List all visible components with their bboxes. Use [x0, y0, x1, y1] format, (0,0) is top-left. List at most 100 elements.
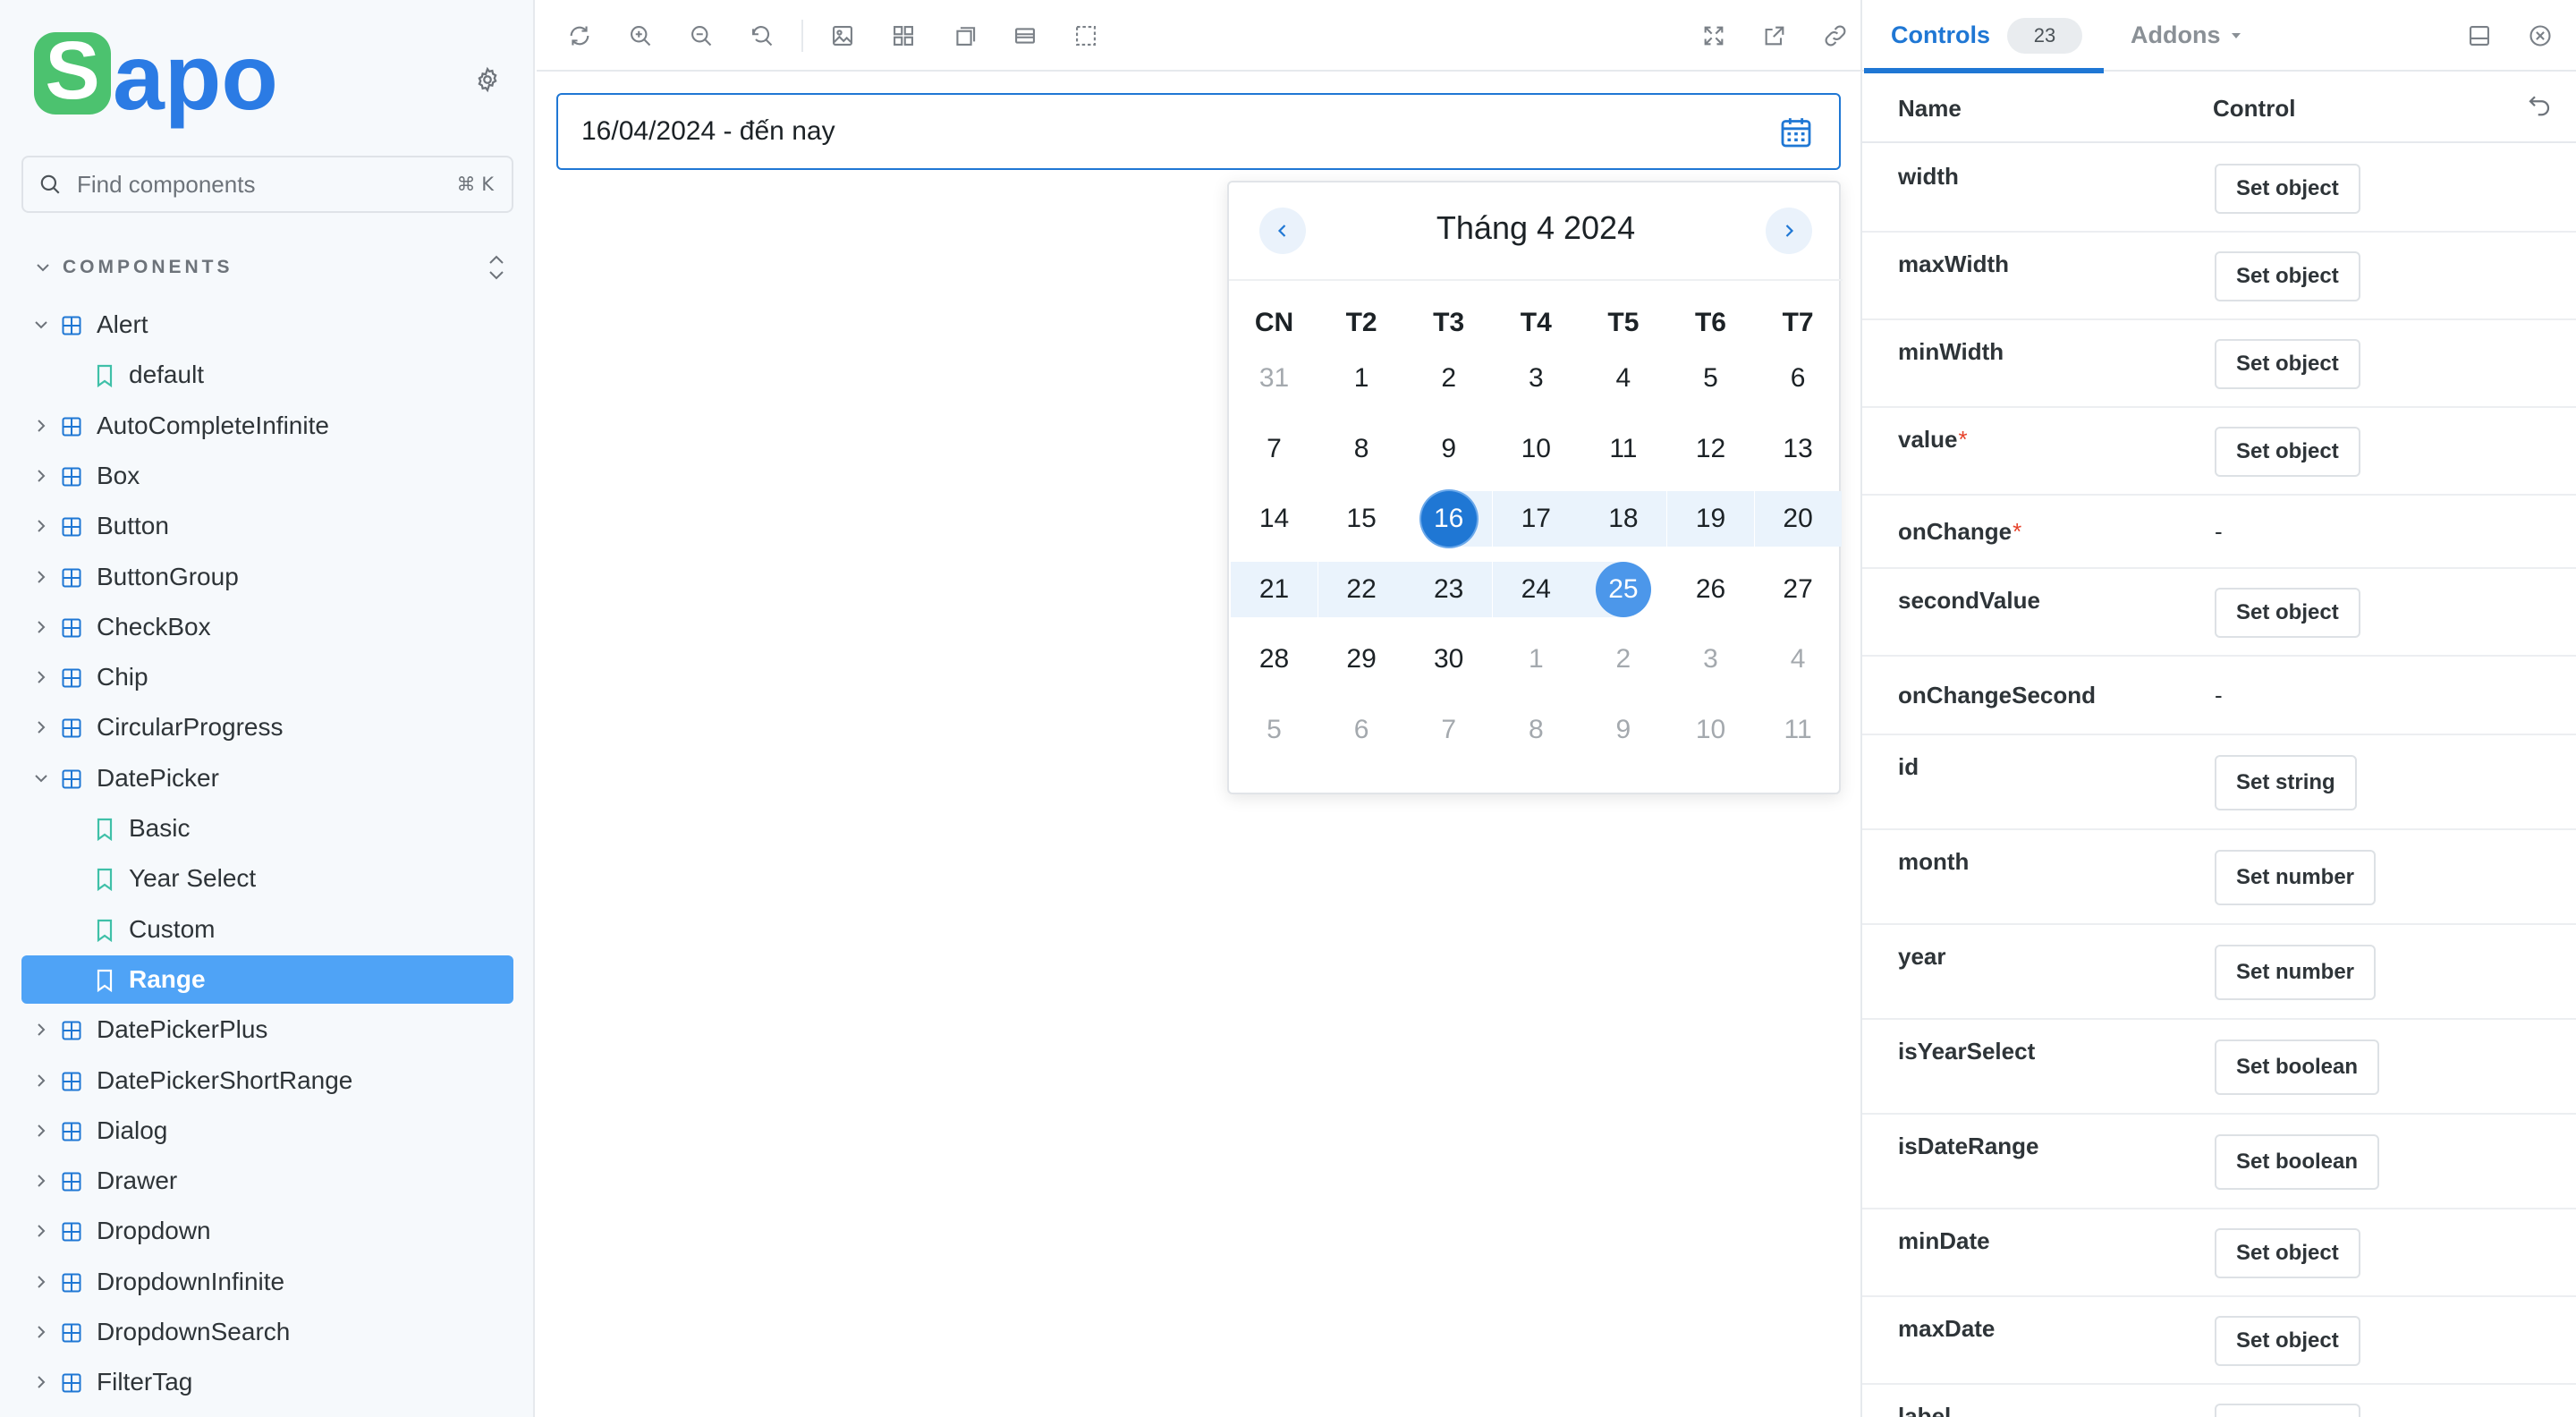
search-input[interactable] — [77, 170, 457, 199]
copy-link-icon[interactable] — [1818, 18, 1853, 54]
chevron-right-icon[interactable] — [32, 1021, 50, 1039]
calendar-day[interactable]: 9 — [1405, 421, 1492, 477]
set-control-button[interactable]: Set boolean — [2215, 1134, 2380, 1190]
calendar-day[interactable]: 7 — [1231, 421, 1318, 477]
calendar-day[interactable]: 4 — [1580, 351, 1666, 406]
reset-controls-icon[interactable] — [2526, 91, 2553, 123]
calendar-day[interactable]: 15 — [1318, 491, 1405, 547]
tab-controls[interactable]: Controls 23 — [1864, 0, 2104, 73]
chevron-right-icon[interactable] — [32, 1122, 50, 1140]
calendar-day[interactable]: 22 — [1318, 561, 1405, 617]
calendar-day[interactable]: 3 — [1493, 351, 1580, 406]
set-control-button[interactable]: Set object — [2215, 1228, 2360, 1278]
zoom-out-icon[interactable] — [683, 18, 719, 54]
sidebar-component-item[interactable]: Alert — [21, 301, 513, 349]
viewport-icon[interactable] — [1068, 18, 1104, 54]
calendar-day-outside[interactable]: 10 — [1667, 702, 1754, 758]
reload-icon[interactable] — [562, 18, 597, 54]
calendar-day-outside[interactable]: 5 — [1231, 702, 1318, 758]
calendar-day[interactable]: 11 — [1580, 421, 1666, 477]
grid-icon[interactable] — [886, 18, 921, 54]
sidebar-component-item[interactable]: Drawer — [21, 1157, 513, 1205]
sidebar-component-item[interactable]: FilterTag — [21, 1358, 513, 1406]
calendar-day[interactable]: 8 — [1318, 421, 1405, 477]
calendar-day-selected[interactable]: 16 — [1405, 491, 1493, 547]
chevron-right-icon[interactable] — [32, 1172, 50, 1190]
outline-icon[interactable] — [1007, 18, 1043, 54]
zoom-reset-icon[interactable] — [744, 18, 780, 54]
sidebar-story-item[interactable]: default — [21, 351, 513, 399]
sidebar-component-item[interactable]: Dialog — [21, 1107, 513, 1155]
chevron-right-icon[interactable] — [32, 668, 50, 686]
set-control-button[interactable]: Set number — [2215, 945, 2377, 1000]
chevron-right-icon[interactable] — [32, 1072, 50, 1090]
calendar-day[interactable]: 17 — [1492, 491, 1580, 547]
sidebar-component-item[interactable]: DatePickerPlus — [21, 1005, 513, 1054]
sidebar-component-item[interactable]: CircularProgress — [21, 703, 513, 751]
set-control-button[interactable]: Set object — [2215, 588, 2360, 638]
calendar-day[interactable]: 10 — [1493, 421, 1580, 477]
calendar-day-outside[interactable]: 9 — [1580, 702, 1666, 758]
settings-gear-icon[interactable] — [470, 63, 504, 97]
calendar-day[interactable]: 2 — [1405, 351, 1492, 406]
chevron-right-icon[interactable] — [32, 568, 50, 586]
sidebar-story-item[interactable]: Year Select — [21, 854, 513, 903]
calendar-day-outside[interactable]: 11 — [1755, 702, 1842, 758]
set-control-button[interactable]: Set string — [2215, 755, 2357, 810]
calendar-day[interactable]: 30 — [1405, 632, 1492, 687]
sidebar-component-item[interactable]: DatePicker — [21, 754, 513, 802]
calendar-day-outside[interactable]: 31 — [1231, 351, 1318, 406]
fullscreen-icon[interactable] — [1696, 18, 1732, 54]
set-control-button[interactable]: Set number — [2215, 850, 2377, 905]
expand-collapse-icon[interactable] — [485, 252, 508, 287]
panel-position-icon[interactable] — [2462, 18, 2497, 54]
calendar-day[interactable]: 21 — [1231, 561, 1318, 617]
calendar-day-outside[interactable]: 6 — [1318, 702, 1405, 758]
calendar-day[interactable]: 24 — [1492, 561, 1580, 617]
calendar-day-outside[interactable]: 3 — [1667, 632, 1754, 687]
chevron-right-icon[interactable] — [32, 467, 50, 485]
components-section-header[interactable]: COMPONENTS — [34, 252, 508, 283]
search-box[interactable]: ⌘ K — [21, 156, 513, 213]
sidebar-component-item[interactable]: DropdownInfinite — [21, 1258, 513, 1306]
calendar-day[interactable]: 12 — [1667, 421, 1754, 477]
calendar-day[interactable]: 20 — [1754, 491, 1842, 547]
measure-icon[interactable] — [946, 18, 982, 54]
calendar-day[interactable]: 23 — [1405, 561, 1493, 617]
sidebar-story-item[interactable]: Custom — [21, 905, 513, 954]
sidebar-component-item[interactable]: AutoCompleteInfinite — [21, 402, 513, 450]
calendar-day-range-end[interactable]: 25 — [1580, 561, 1667, 617]
calendar-day-outside[interactable]: 2 — [1580, 632, 1666, 687]
chevron-down-icon[interactable] — [32, 316, 50, 334]
next-month-button[interactable] — [1766, 208, 1812, 254]
calendar-day[interactable]: 28 — [1231, 632, 1318, 687]
chevron-right-icon[interactable] — [32, 1222, 50, 1240]
set-control-button[interactable]: Set object — [2215, 427, 2360, 477]
set-control-button[interactable]: Set object — [2215, 164, 2360, 214]
sidebar-component-item[interactable]: ButtonGroup — [21, 553, 513, 601]
calendar-day-outside[interactable]: 8 — [1493, 702, 1580, 758]
chevron-right-icon[interactable] — [32, 618, 50, 636]
sidebar-component-item[interactable]: CheckBox — [21, 603, 513, 651]
sidebar-component-item[interactable]: Chip — [21, 653, 513, 701]
set-control-button[interactable]: Set object — [2215, 251, 2360, 301]
set-control-button[interactable]: Set boolean — [2215, 1039, 2380, 1095]
sidebar-component-item[interactable]: Dropdown — [21, 1207, 513, 1255]
chevron-right-icon[interactable] — [32, 1273, 50, 1291]
zoom-in-icon[interactable] — [623, 18, 658, 54]
calendar-day[interactable]: 13 — [1755, 421, 1842, 477]
chevron-right-icon[interactable] — [32, 1373, 50, 1391]
chevron-right-icon[interactable] — [32, 517, 50, 535]
sidebar-component-item[interactable]: DropdownSearch — [21, 1308, 513, 1356]
calendar-day[interactable]: 19 — [1667, 491, 1754, 547]
tab-addons[interactable]: Addons — [2131, 21, 2242, 49]
sidebar-component-item[interactable]: Button — [21, 502, 513, 550]
calendar-icon[interactable] — [1778, 115, 1814, 155]
chevron-right-icon[interactable] — [32, 417, 50, 435]
calendar-day[interactable]: 6 — [1755, 351, 1842, 406]
sidebar-story-item[interactable]: Basic — [21, 804, 513, 853]
set-control-button[interactable]: Set object — [2215, 1404, 2360, 1417]
calendar-day[interactable]: 26 — [1667, 562, 1754, 617]
background-icon[interactable] — [825, 18, 860, 54]
set-control-button[interactable]: Set object — [2215, 1316, 2360, 1366]
